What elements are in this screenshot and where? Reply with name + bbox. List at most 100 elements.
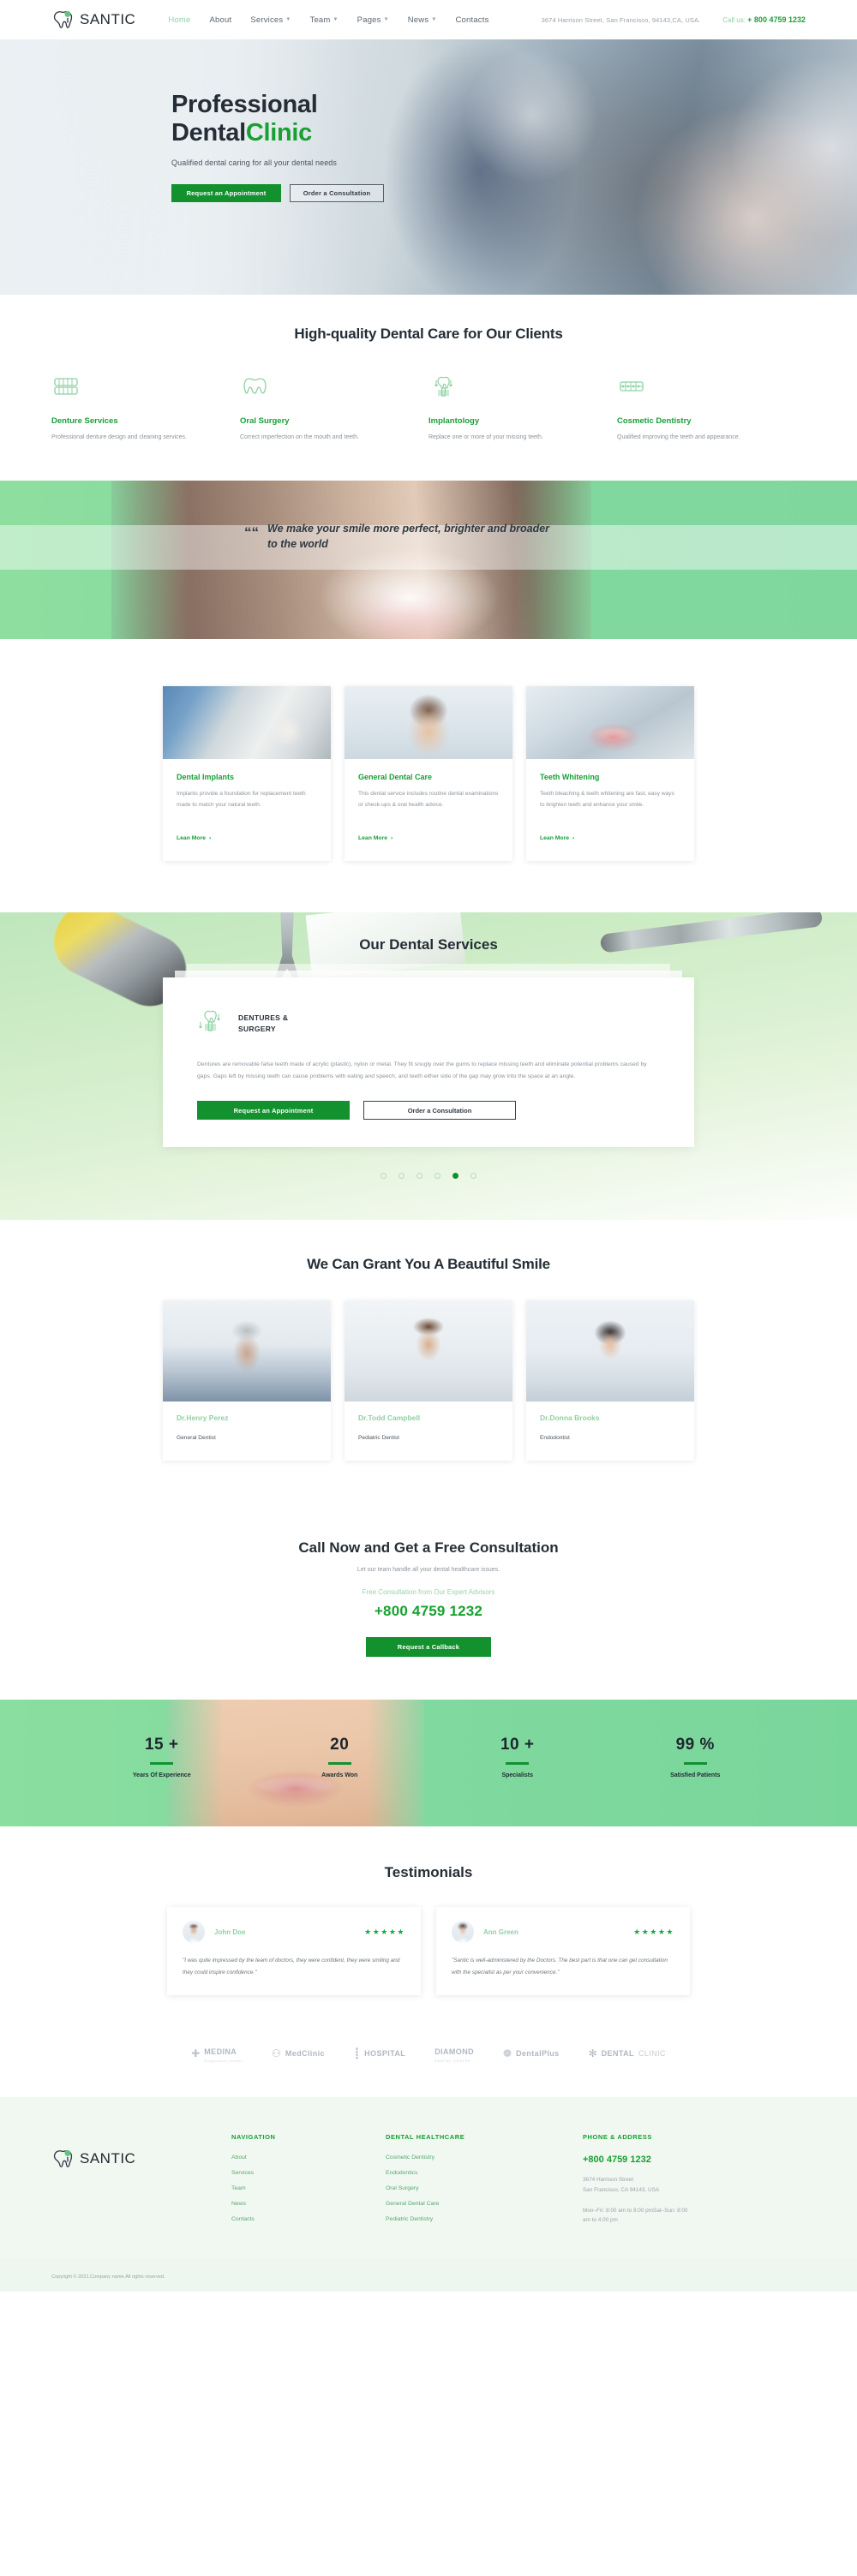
nav-item-home[interactable]: Home [168,15,190,25]
card-title: Dental Implants [177,773,235,782]
stat-underline [683,1762,707,1766]
feature-title: Denture Services [51,416,118,426]
nav-item-services[interactable]: Services ▼ [250,15,291,25]
feature-text: Qualified improving the teeth and appear… [617,434,740,440]
nav-label: News [407,15,429,25]
service-card-dental-implants[interactable]: Dental Implants Implants provide a found… [163,686,331,862]
footer-link-news[interactable]: News [231,2201,386,2207]
footer-link-general-dental-care[interactable]: General Dental Care [386,2201,583,2207]
team-member-role: Pediatric Dentist [358,1435,400,1442]
braces-icon [617,372,778,404]
dental-tools-photo [163,686,331,760]
team-section: We Can Grant You A Beautiful Smile Dr.He… [0,1220,857,1504]
testimonial-quote: "I was quite impressed by the team of do… [183,1957,400,1975]
request-appointment-button[interactable]: Request an Appointment [197,1101,350,1121]
main-navigation: Home About Services ▼ Team ▼ Pages ▼ News ▼ … [168,15,488,25]
carousel-dot-5-active[interactable] [452,1173,458,1180]
nav-label: About [209,15,232,25]
footer-link-contacts[interactable]: Contacts [231,2216,386,2222]
feature-text: Professional denture design and cleaning… [51,434,187,440]
panel-title-line2: SURGERY [238,1024,276,1033]
nav-item-contacts[interactable]: Contacts [455,15,488,25]
chevron-down-icon: ▼ [383,17,389,22]
service-card-teeth-whitening[interactable]: Teeth Whitening Teeth bleaching & teeth … [526,686,694,862]
implant-icon [197,1007,223,1040]
nav-item-news[interactable]: News ▼ [408,15,437,25]
card-title: Teeth Whitening [540,773,600,782]
hero-buttons: Request an Appointment Order a Consultat… [171,184,857,203]
learn-more-link[interactable]: Lean More › [358,835,393,841]
call-us-label: Call us: [722,16,746,24]
footer-link-services[interactable]: Services [231,2170,386,2176]
order-consultation-button[interactable]: Order a Consultation [363,1101,516,1121]
site-footer: SANTIC NAVIGATION About Services Team Ne… [0,2096,857,2257]
asterisk-icon: ✻ [588,2047,597,2059]
team-member-card[interactable]: Dr.Todd Campbell Pediatric Dentist [345,1300,512,1461]
testimonials-title: Testimonials [384,1864,473,1881]
services-panel-title: DENTURES & SURGERY [238,1013,288,1035]
statistics-section: 15 + Years Of Experience 20 Awards Won 1… [0,1700,857,1827]
site-logo[interactable]: SANTIC [51,9,135,30]
card-text: Implants provide a foundation for replac… [177,791,306,808]
call-now-section: Call Now and Get a Free Consultation Let… [0,1503,857,1700]
chevron-down-icon: ▼ [285,17,291,22]
learn-more-label: Lean More [540,835,569,842]
hero-section: Professional DentalClinic Qualified dent… [0,39,857,295]
team-member-card[interactable]: Dr.Donna Brooks Endodontist [526,1300,694,1461]
carousel-dot-4[interactable] [434,1173,440,1180]
testimonial-author: John Doe [214,1928,246,1936]
request-appointment-button[interactable]: Request an Appointment [171,184,281,203]
stat-label: Years Of Experience [132,1772,191,1779]
denture-icon [51,372,213,404]
logo-text: SANTIC [80,11,136,27]
partner-tagline: DENTAL CENTER [434,2059,471,2063]
learn-more-link[interactable]: Lean More › [177,835,211,841]
partner-logo-diamond: DIAMOND DENTAL CENTER [434,2043,474,2063]
feature-text: Replace one or more of your missing teet… [428,434,543,440]
rating-stars-icon: ★★★★★ [364,1927,405,1936]
carousel-dot-1[interactable] [381,1173,387,1180]
services-panel: DENTURES & SURGERY Dentures are removabl… [163,977,694,1148]
nav-item-about[interactable]: About [210,15,232,25]
stat-label: Awards Won [321,1772,358,1779]
footer-phone[interactable]: +800 4759 1232 [583,2155,780,2165]
carousel-dot-6[interactable] [470,1173,476,1180]
partner-name: MedClinic [285,2048,325,2058]
team-member-name: Dr.Henry Perez [177,1414,229,1423]
cross-icon: ✚ [191,2047,201,2059]
call-now-phone[interactable]: +800 4759 1232 [0,1603,857,1620]
footer-link-pediatric-dentistry[interactable]: Pediatric Dentistry [386,2216,583,2222]
team-member-card[interactable]: Dr.Henry Perez General Dentist [163,1300,331,1461]
footer-nav-heading: NAVIGATION [231,2132,276,2141]
feature-implantology[interactable]: Implantology Replace one or more of your… [428,372,617,443]
feature-cosmetic-dentistry[interactable]: Cosmetic Dentistry Qualified improving t… [617,372,806,443]
service-card-general-dental-care[interactable]: General Dental Care This dental service … [345,686,512,862]
learn-more-link[interactable]: Lean More › [540,835,574,841]
header-address: 3674 Harrison Street, San Francisco, 941… [541,15,701,24]
carousel-dot-2[interactable] [399,1173,405,1180]
tooth-logo-icon [51,2149,77,2169]
partner-tagline: Diagnostic center [204,2059,243,2063]
header-phone[interactable]: Call us: + 800 4759 1232 [722,15,806,24]
chevron-down-icon: ▼ [333,17,339,22]
oral-surgery-icon [240,372,401,404]
flower-icon: ❁ [503,2047,512,2059]
footer-link-oral-surgery[interactable]: Oral Surgery [386,2185,583,2191]
footer-link-cosmetic-dentistry[interactable]: Cosmetic Dentistry [386,2155,583,2161]
statistics-grid: 15 + Years Of Experience 20 Awards Won 1… [0,1700,857,1778]
feature-oral-surgery[interactable]: Oral Surgery Correct imperfection on the… [240,372,428,443]
order-consultation-button[interactable]: Order a Consultation [290,184,384,203]
request-callback-button[interactable]: Request a Callback [366,1637,491,1658]
nav-label: Home [168,15,191,25]
feature-denture-services[interactable]: Denture Services Professional denture de… [51,372,240,443]
footer-link-about[interactable]: About [231,2155,386,2161]
free-consultation-label: Free Consultation from Our Expert Adviso… [362,1588,495,1597]
footer-contact-column: PHONE & ADDRESS +800 4759 1232 3674 Harr… [583,2133,780,2232]
nav-item-pages[interactable]: Pages ▼ [357,15,389,25]
footer-link-team[interactable]: Team [231,2185,386,2191]
footer-logo[interactable]: SANTIC [51,2133,231,2232]
stat-value: 15 + [144,1736,179,1754]
footer-link-endodontics[interactable]: Endodontics [386,2170,583,2176]
nav-item-team[interactable]: Team ▼ [310,15,339,25]
carousel-dot-3[interactable] [417,1173,423,1180]
